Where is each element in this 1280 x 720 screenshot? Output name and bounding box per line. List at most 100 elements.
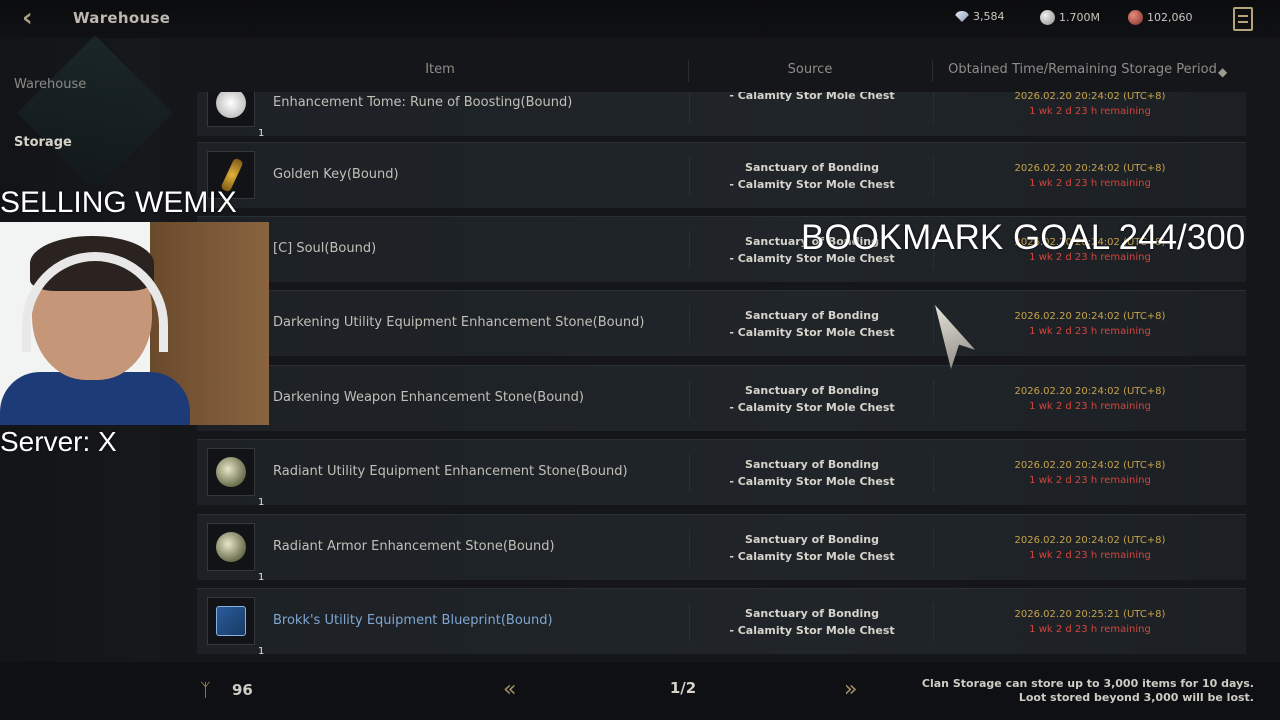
item-name: Enhancement Tome: Rune of Boosting(Bound… [273,95,573,110]
table-row[interactable]: 1 Radiant Utility Equipment Enhancement … [197,439,1246,508]
remaining-time: 1 wk 2 d 23 h remaining [1029,401,1151,412]
obtained-time: 2026.02.20 20:24:02 (UTC+8) [1014,311,1166,322]
item-time: 2026.02.20 20:24:02 (UTC+8) 1 wk 2 d 23 … [977,458,1203,488]
silver-amount: 1.700M [1059,11,1100,24]
stone-icon [216,457,246,487]
item-slot[interactable]: 1 [207,523,264,583]
table-row[interactable]: Darkening Weapon Enhancement Stone(Bound… [197,365,1246,431]
column-header-item: Item [425,62,455,77]
item-time: 2026.02.20 20:24:02 (UTC+8) 1 wk 2 d 23 … [977,92,1203,119]
header-divider [688,60,689,82]
menu-icon[interactable] [1233,7,1253,31]
overlay-bookmark-goal: BOOKMARK GOAL 244/300 [801,218,1246,257]
row-divider [933,157,934,195]
ruby-amount: 102,060 [1147,11,1193,24]
item-source: Sanctuary of Bonding - Calamity Stor Mole… [729,161,895,191]
item-quantity: 1 [258,572,265,583]
item-source: Sanctuary of Bonding - Calamity Stor Mole… [729,533,895,563]
item-slot[interactable]: 1 [207,448,264,508]
item-source: Sanctuary of Bonding - Calamity Stor Mole… [729,384,895,414]
item-time: 2026.02.20 20:24:02 (UTC+8) 1 wk 2 d 23 … [977,533,1203,563]
item-source: Sanctuary of Bonding - Calamity Stor Mole… [729,309,895,339]
row-divider [689,603,690,641]
obtained-time: 2026.02.20 20:24:02 (UTC+8) [1014,386,1166,397]
webcam-feed [0,222,269,425]
sort-icon[interactable]: ◆ [1218,64,1230,80]
item-quantity: 1 [258,128,265,139]
prev-page-button[interactable]: « [503,679,523,703]
sidebar-item-storage[interactable]: Storage [14,135,72,150]
obtained-time: 2026.02.20 20:24:02 (UTC+8) [1014,163,1166,174]
tome-icon [216,92,246,118]
page-indicator: 1/2 [669,679,697,697]
row-divider [933,454,934,492]
sidebar-emblem-icon [17,35,173,191]
row-divider [689,157,690,195]
remaining-time: 1 wk 2 d 23 h remaining [1029,326,1151,337]
blueprint-icon [216,606,246,636]
remaining-time: 1 wk 2 d 23 h remaining [1029,106,1151,117]
row-divider [933,603,934,641]
row-divider [933,380,934,418]
overlay-server-text: Server: X [0,426,117,457]
diamond-amount: 3,584 [973,10,1005,23]
row-divider [689,380,690,418]
page-title: Warehouse [73,9,171,27]
column-header-time: Obtained Time/Remaining Storage Period [948,62,1217,77]
item-name: Brokk's Utility Equipment Blueprint(Boun… [273,613,553,628]
item-name: [C] Soul(Bound) [273,241,377,256]
row-divider [689,92,690,123]
overlay-selling-text: SELLING WEMIX [0,186,237,219]
row-divider [933,92,934,123]
obtained-time: 2026.02.20 20:24:02 (UTC+8) [1014,92,1166,102]
next-page-button[interactable]: » [844,679,864,703]
table-row[interactable]: 1 Radiant Armor Enhancement Stone(Bound)… [197,514,1246,583]
item-source: Sanctuary of Bonding - Calamity Stor Mole… [729,607,895,637]
back-button[interactable]: ‹ [22,5,46,32]
table-row[interactable]: Darkening Utility Equipment Enhancement … [197,290,1246,356]
diamond-icon [955,11,969,22]
item-time: 2026.02.20 20:25:21 (UTC+8) 1 wk 2 d 23 … [977,607,1203,637]
table-row[interactable]: 1 Enhancement Tome: Rune of Boosting(Bou… [197,92,1246,139]
item-slot[interactable]: 1 [207,597,264,657]
item-time: 2026.02.20 20:24:02 (UTC+8) 1 wk 2 d 23 … [977,384,1203,414]
row-divider [689,454,690,492]
currency-diamond: 3,584 [955,10,1005,23]
remaining-time: 1 wk 2 d 23 h remaining [1029,475,1151,486]
item-time: 2026.02.20 20:24:02 (UTC+8) 1 wk 2 d 23 … [977,161,1203,191]
item-list[interactable]: 1 Enhancement Tome: Rune of Boosting(Bou… [197,92,1246,662]
item-name: Darkening Utility Equipment Enhancement … [273,315,645,330]
row-divider [933,305,934,343]
table-row[interactable]: 1 Brokk's Utility Equipment Blueprint(Bo… [197,588,1246,657]
remaining-time: 1 wk 2 d 23 h remaining [1029,624,1151,635]
item-name: Radiant Utility Equipment Enhancement St… [273,464,628,479]
row-divider [689,305,690,343]
item-source: - Calamity Stor Mole Chest [729,92,895,102]
obtained-time: 2026.02.20 20:25:21 (UTC+8) [1014,609,1166,620]
obtained-time: 2026.02.20 20:24:02 (UTC+8) [1014,535,1166,546]
column-header-source: Source [787,62,833,77]
sidebar-item-warehouse[interactable]: Warehouse [14,77,86,92]
item-name: Radiant Armor Enhancement Stone(Bound) [273,539,555,554]
remaining-time: 1 wk 2 d 23 h remaining [1029,178,1151,189]
ruby-icon [1128,10,1143,25]
item-count: 96 [232,681,253,699]
silver-icon [1040,10,1055,25]
currency-ruby: 102,060 [1128,10,1193,25]
item-time: 2026.02.20 20:24:02 (UTC+8) 1 wk 2 d 23 … [977,309,1203,339]
storage-note: Clan Storage can store up to 3,000 items… [921,677,1254,704]
row-divider [933,529,934,567]
bag-icon: ᛉ [200,680,211,701]
remaining-time: 1 wk 2 d 23 h remaining [1029,550,1151,561]
item-quantity: 1 [258,646,265,657]
currency-silver: 1.700M [1040,10,1100,25]
header-divider [932,60,933,82]
item-name: Golden Key(Bound) [273,167,399,182]
table-row[interactable]: Golden Key(Bound) Sanctuary of Bonding - … [197,142,1246,208]
obtained-time: 2026.02.20 20:24:02 (UTC+8) [1014,460,1166,471]
stone-icon [216,532,246,562]
item-name: Darkening Weapon Enhancement Stone(Bound… [273,390,584,405]
item-source: Sanctuary of Bonding - Calamity Stor Mole… [729,458,895,488]
item-slot[interactable]: 1 [207,92,264,139]
top-bar: ‹ Warehouse 3,584 1.700M 102,060 [0,0,1280,38]
